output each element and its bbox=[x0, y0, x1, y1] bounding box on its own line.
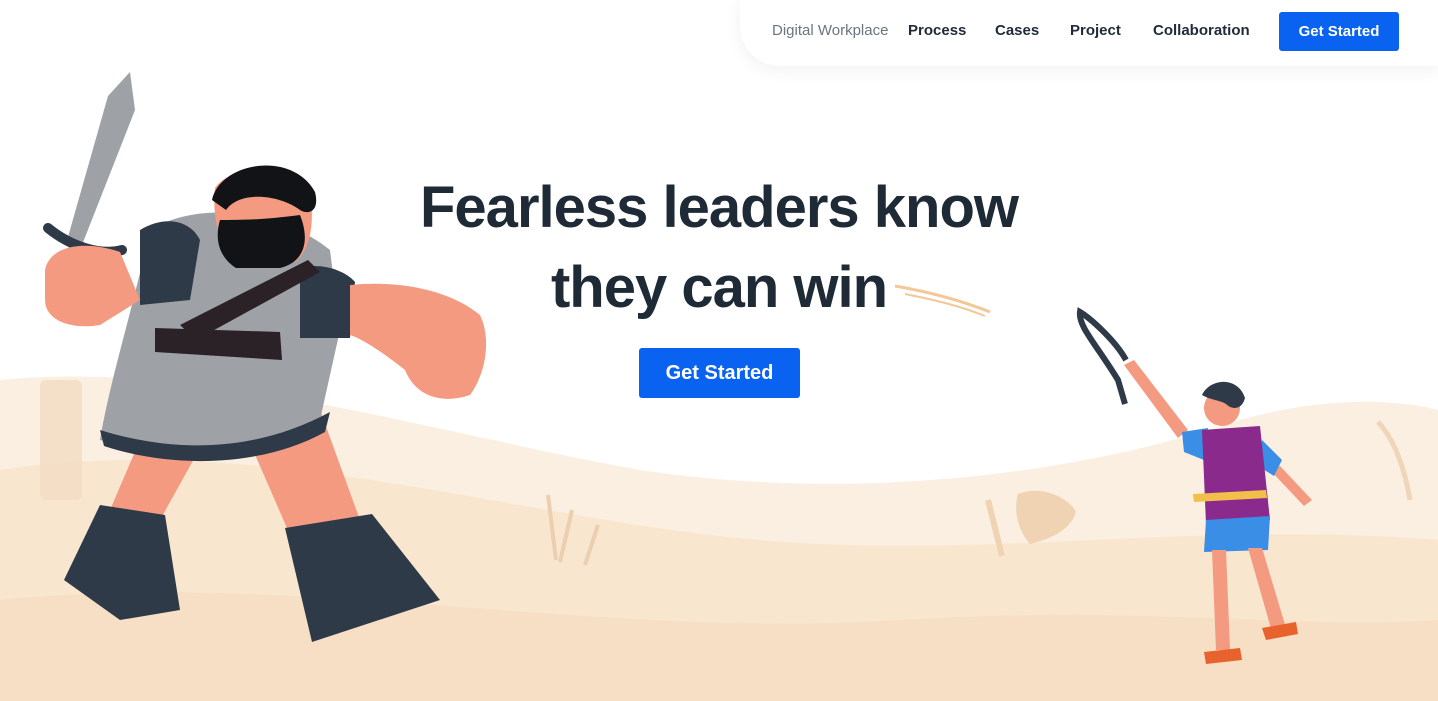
nav-project-link[interactable]: Project bbox=[1070, 22, 1121, 39]
hero-headline: Fearless leaders know they can win bbox=[300, 168, 1138, 328]
nav-process-link[interactable]: Process bbox=[908, 22, 966, 39]
nav-digital-workplace-link[interactable]: Digital Workplace bbox=[772, 22, 888, 39]
hero-headline-line1: Fearless leaders know bbox=[420, 175, 1019, 240]
top-nav: Digital Workplace Process Cases Project … bbox=[740, 0, 1438, 66]
nav-collaboration-link[interactable]: Collaboration bbox=[1153, 22, 1250, 39]
hero-get-started-button[interactable]: Get Started bbox=[639, 348, 800, 398]
nav-cases-link[interactable]: Cases bbox=[995, 22, 1039, 39]
nav-get-started-button[interactable]: Get Started bbox=[1279, 12, 1399, 51]
hero-headline-line2: they can win bbox=[550, 255, 888, 320]
